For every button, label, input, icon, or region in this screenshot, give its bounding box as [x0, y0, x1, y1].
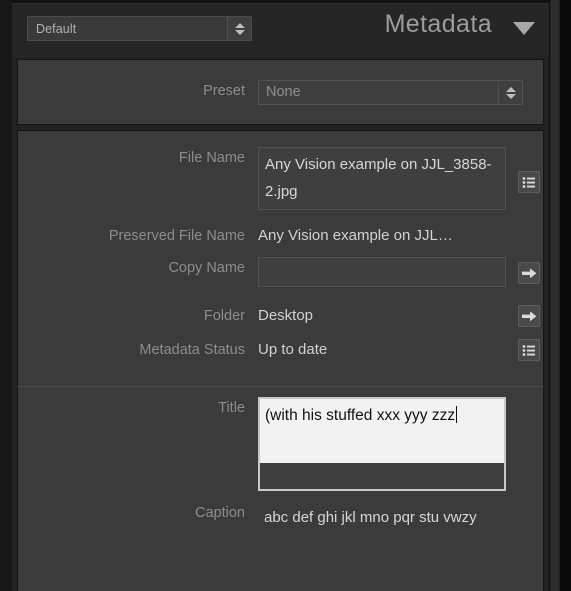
- row-folder: Folder Desktop: [18, 305, 543, 327]
- row-preset: Preset None: [18, 80, 543, 105]
- folder-label: Folder: [203, 308, 245, 324]
- header-top-divider: [12, 0, 549, 4]
- row-metadata-status: Metadata Status Up to date: [18, 339, 543, 361]
- row-preserved-file-name: Preserved File Name Any Vision example o…: [18, 225, 543, 247]
- text-cursor: [456, 406, 458, 423]
- metadata-status-value: Up to date: [258, 341, 328, 358]
- vertical-scrollbar-thumb[interactable]: [551, 0, 558, 591]
- copy-name-input[interactable]: [258, 257, 506, 287]
- page-title: Metadata: [384, 10, 492, 38]
- caption-input[interactable]: abc def ghi jkl mno pqr stu vwzy: [258, 502, 506, 574]
- preset-label: Preset: [203, 83, 245, 99]
- preset-dropdown-value: Default: [36, 21, 77, 36]
- metadata-panel-body: Default Metadata Preset None File Name A…: [12, 0, 549, 591]
- panel-left-frame: [0, 0, 12, 591]
- metadata-status-label: Metadata Status: [139, 342, 245, 358]
- file-name-list-icon[interactable]: [518, 171, 540, 193]
- folder-arrow-right-icon[interactable]: [518, 305, 540, 327]
- row-title: Title (with his stuffed xxx yyy zzz: [18, 397, 543, 491]
- copy-name-label: Copy Name: [168, 260, 245, 276]
- preset-select-value: None: [266, 84, 301, 100]
- preserved-file-name-label: Preserved File Name: [108, 228, 245, 244]
- preset-select-field[interactable]: None: [258, 80, 523, 105]
- folder-value[interactable]: Desktop: [258, 305, 313, 327]
- copy-name-arrow-right-icon[interactable]: [518, 262, 540, 284]
- file-name-value[interactable]: Any Vision example on JJL_3858-2.jpg: [258, 147, 506, 210]
- title-input-text: (with his stuffed xxx yyy zzz: [260, 399, 504, 463]
- metadata-status-list-icon[interactable]: [518, 339, 540, 361]
- caption-label: Caption: [195, 505, 245, 521]
- preset-stepper-updown-icon[interactable]: [498, 81, 522, 104]
- preset-stepper-down-arrow: [505, 93, 516, 99]
- stepper-up-arrow: [234, 22, 245, 28]
- preset-stepper-up-arrow: [505, 86, 516, 92]
- stepper-down-arrow: [234, 29, 245, 35]
- preserved-file-name-value: Any Vision example on JJL…: [258, 227, 453, 244]
- title-input[interactable]: (with his stuffed xxx yyy zzz: [258, 397, 506, 491]
- row-copy-name: Copy Name: [18, 257, 543, 287]
- panel-right-frame: [560, 0, 571, 591]
- file-name-label: File Name: [178, 150, 245, 166]
- title-label: Title: [218, 400, 245, 416]
- panel-header: Default Metadata: [12, 0, 549, 57]
- title-caption-section: Title (with his stuffed xxx yyy zzz Capt…: [17, 386, 544, 591]
- preset-section: Preset None: [17, 59, 544, 125]
- file-info-section: File Name Any Vision example on JJL_3858…: [17, 130, 544, 386]
- triangle-down-icon[interactable]: [513, 22, 535, 35]
- row-file-name: File Name Any Vision example on JJL_3858…: [18, 147, 543, 210]
- stepper-updown-icon[interactable]: [227, 17, 251, 40]
- title-input-value: (with his stuffed xxx yyy zzz: [265, 407, 456, 424]
- preset-dropdown[interactable]: Default: [27, 16, 252, 41]
- lightroom-metadata-panel: Default Metadata Preset None File Name A…: [0, 0, 571, 591]
- row-caption: Caption abc def ghi jkl mno pqr stu vwzy: [18, 502, 543, 574]
